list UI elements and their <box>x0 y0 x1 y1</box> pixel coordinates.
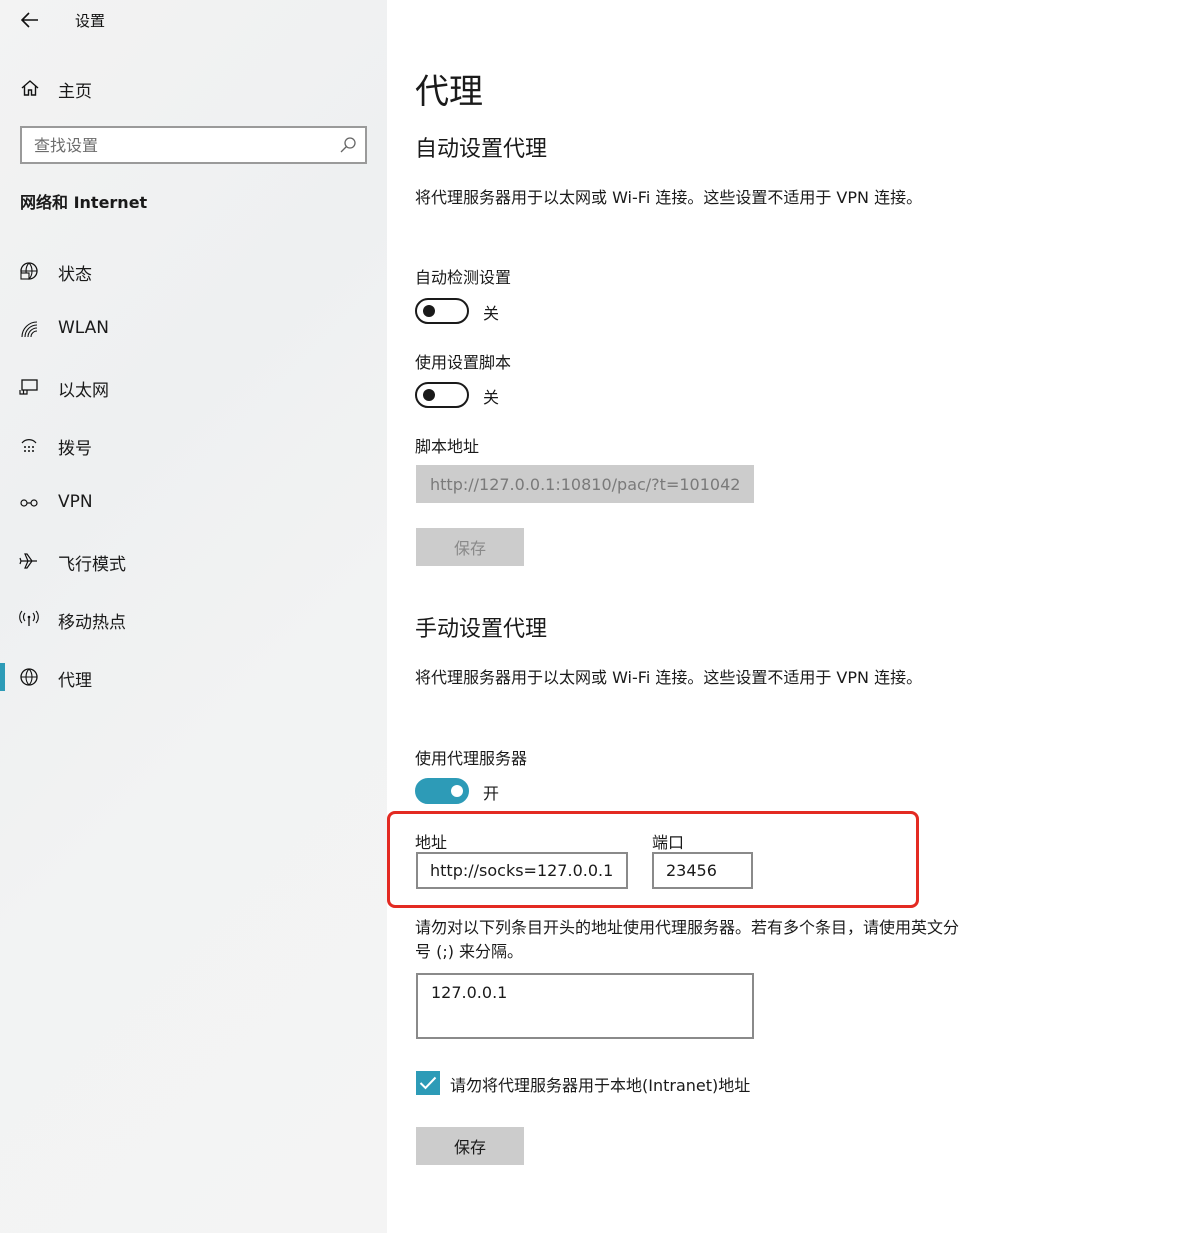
use-proxy-toggle-row[interactable]: 开 <box>415 778 615 804</box>
hotspot-icon <box>19 610 39 626</box>
sidebar-item-label: 飞行模式 <box>58 555 126 575</box>
sidebar-item-label: 拨号 <box>58 439 92 459</box>
sidebar-item-label: WLAN <box>58 318 110 338</box>
sidebar-item-vpn[interactable]: VPN <box>0 481 387 525</box>
manual-proxy-heading: 手动设置代理 <box>415 617 548 642</box>
globe-status-icon <box>20 262 38 280</box>
script-address-field: http://127.0.0.1:10810/pac/?t=101042 <box>416 465 754 503</box>
sidebar-item-label: 以太网 <box>58 381 109 401</box>
address-label: 地址 <box>415 833 448 852</box>
setup-script-label: 使用设置脚本 <box>415 353 512 372</box>
setup-script-state: 关 <box>483 388 500 407</box>
search-input[interactable] <box>22 128 322 162</box>
auto-save-button: 保存 <box>416 528 524 566</box>
sidebar-item-ethernet[interactable]: 以太网 <box>0 365 387 409</box>
vpn-icon <box>20 499 38 507</box>
sidebar: 设置 主页 网络和 Internet 状态 WLAN 以 <box>0 0 387 1233</box>
page-title: 代理 <box>415 72 483 112</box>
title-bar: 设置 <box>0 0 387 40</box>
checkmark-icon <box>419 1076 437 1090</box>
main-content: 代理 自动设置代理 将代理服务器用于以太网或 Wi-Fi 连接。这些设置不适用于… <box>387 0 1200 1233</box>
auto-detect-toggle-row[interactable]: 关 <box>415 298 615 324</box>
sidebar-item-label: 代理 <box>58 671 92 691</box>
exceptions-textarea[interactable]: 127.0.0.1 <box>416 973 754 1039</box>
sidebar-item-dialup[interactable]: 拨号 <box>0 423 387 467</box>
sidebar-item-wlan[interactable]: WLAN <box>0 307 387 351</box>
use-proxy-state: 开 <box>483 784 500 803</box>
airplane-icon <box>19 553 37 569</box>
dialup-icon <box>21 439 37 452</box>
sidebar-item-hotspot[interactable]: 移动热点 <box>0 597 387 641</box>
use-proxy-label: 使用代理服务器 <box>415 749 528 768</box>
exceptions-description: 请勿对以下列条目开头的地址使用代理服务器。若有多个条目，请使用英文分号 (;) … <box>415 918 960 961</box>
auto-proxy-heading: 自动设置代理 <box>415 137 548 162</box>
bypass-local-checkbox-row[interactable]: 请勿将代理服务器用于本地(Intranet)地址 <box>416 1071 866 1095</box>
sidebar-item-proxy[interactable]: 代理 <box>0 655 387 699</box>
auto-detect-state: 关 <box>483 304 500 323</box>
home-label: 主页 <box>58 82 92 102</box>
port-input[interactable]: 23456 <box>652 852 753 889</box>
search-box[interactable] <box>20 126 367 164</box>
globe-icon <box>20 668 38 686</box>
script-address-label: 脚本地址 <box>415 437 480 456</box>
home-nav-item[interactable]: 主页 <box>0 70 387 106</box>
setup-script-toggle[interactable] <box>415 382 469 408</box>
sidebar-item-label: 移动热点 <box>58 613 126 633</box>
port-label: 端口 <box>652 833 685 852</box>
back-button[interactable] <box>16 6 44 34</box>
bypass-local-label: 请勿将代理服务器用于本地(Intranet)地址 <box>450 1076 751 1095</box>
back-arrow-icon <box>21 12 38 28</box>
sidebar-item-status[interactable]: 状态 <box>0 249 387 293</box>
wifi-icon <box>21 321 38 338</box>
auto-proxy-description: 将代理服务器用于以太网或 Wi-Fi 连接。这些设置不适用于 VPN 连接。 <box>415 188 923 207</box>
use-proxy-toggle[interactable] <box>415 778 469 804</box>
setup-script-toggle-row[interactable]: 关 <box>415 382 615 408</box>
auto-detect-label: 自动检测设置 <box>415 268 512 287</box>
ethernet-icon <box>19 379 38 395</box>
category-heading: 网络和 Internet <box>20 193 148 212</box>
auto-detect-toggle[interactable] <box>415 298 469 324</box>
sidebar-item-label: VPN <box>58 492 93 512</box>
home-icon <box>21 80 39 96</box>
address-input[interactable]: http://socks=127.0.0.1 <box>416 852 628 889</box>
search-icon[interactable] <box>339 136 357 154</box>
sidebar-item-airplane[interactable]: 飞行模式 <box>0 539 387 583</box>
sidebar-item-label: 状态 <box>58 265 92 285</box>
manual-save-button[interactable]: 保存 <box>416 1127 524 1165</box>
bypass-local-checkbox[interactable] <box>416 1071 440 1095</box>
manual-proxy-description: 将代理服务器用于以太网或 Wi-Fi 连接。这些设置不适用于 VPN 连接。 <box>415 668 923 687</box>
app-title: 设置 <box>75 12 106 30</box>
